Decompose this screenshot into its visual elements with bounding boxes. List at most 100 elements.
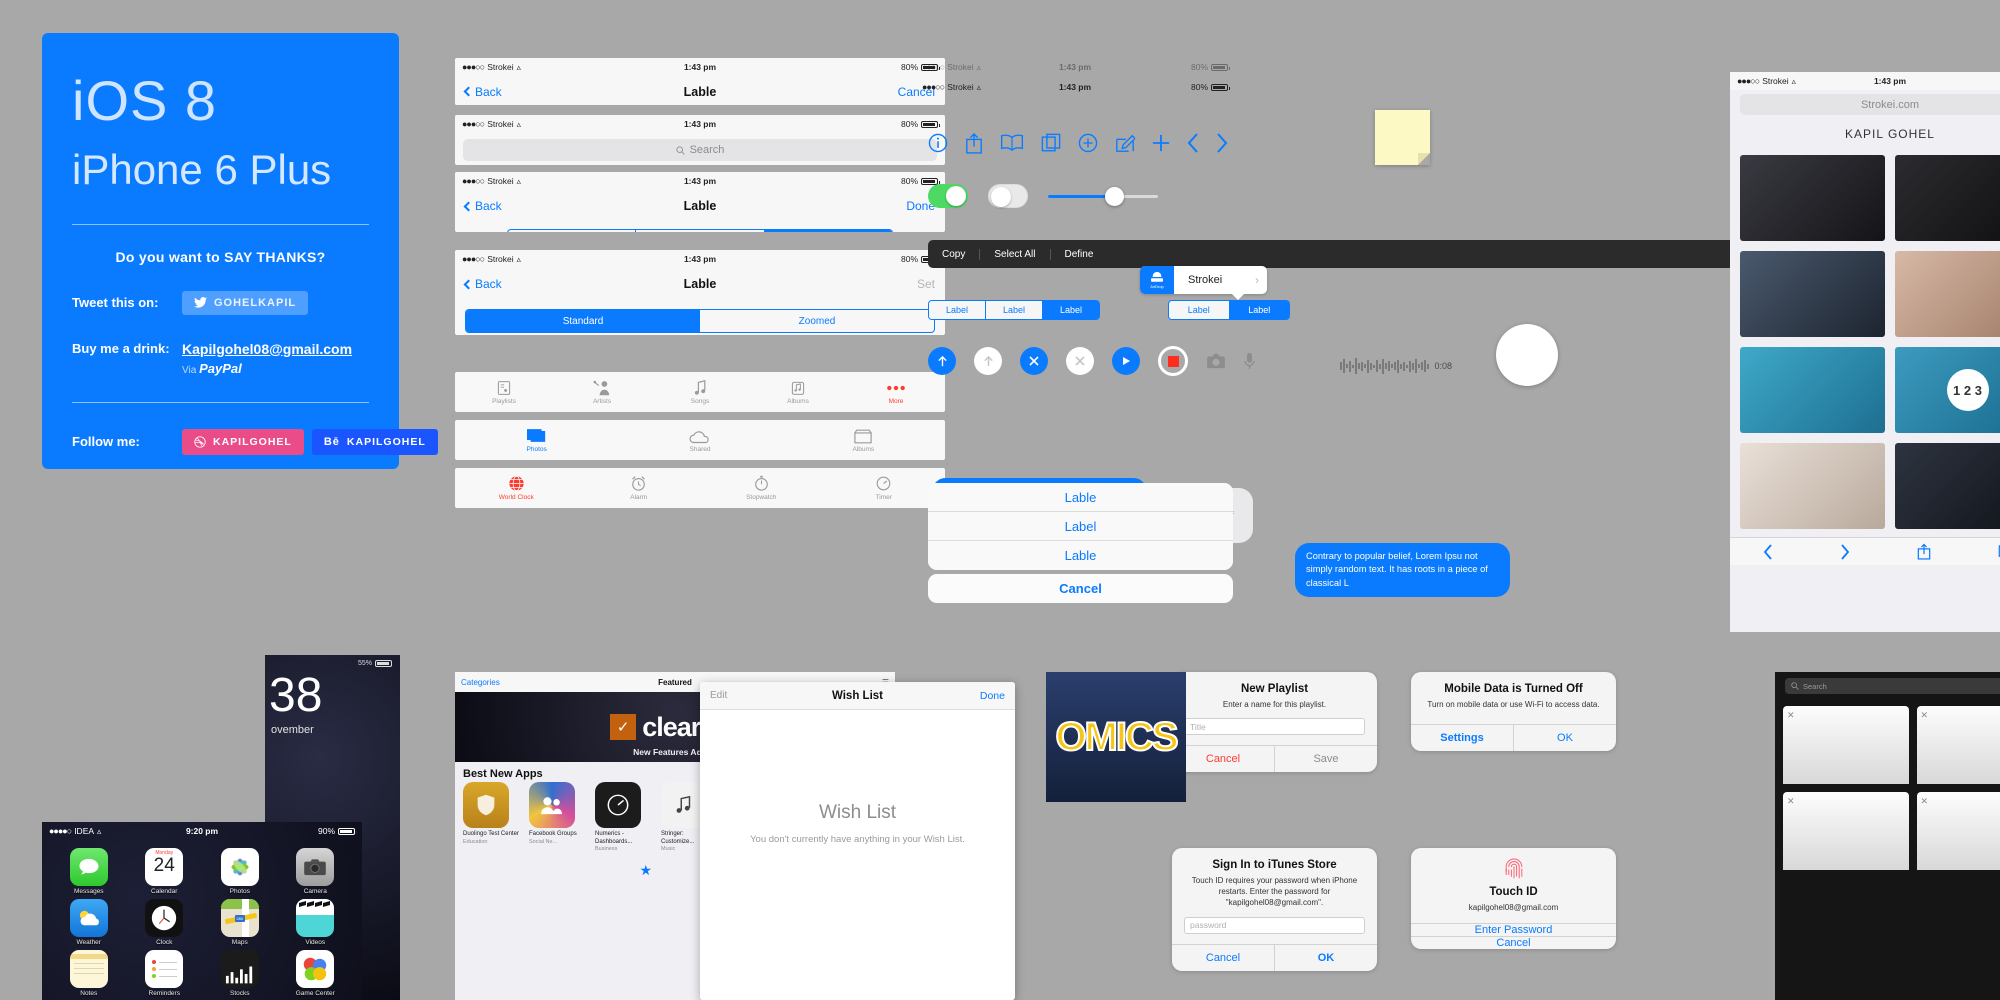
tabbar-music[interactable]: Playlists Artists Songs Albums More	[455, 372, 945, 412]
info-icon[interactable]	[928, 133, 948, 153]
app-maps[interactable]: 280 Maps	[205, 899, 275, 946]
app-clock[interactable]: Clock	[130, 899, 200, 946]
segment-0[interactable]: Label	[929, 301, 986, 319]
tabbar-clock[interactable]: World Clock Alarm Stopwatch Timer	[455, 468, 945, 508]
toggle-on[interactable]	[928, 184, 968, 208]
segment-0[interactable]: Label	[1169, 301, 1230, 319]
tab-card[interactable]: ✕	[1783, 792, 1909, 870]
app-grid[interactable]: Messages Monday 24 Calendar Photos Camer…	[42, 840, 362, 1000]
segment-2[interactable]: Label	[1043, 301, 1099, 319]
tab-albums[interactable]: Albums	[782, 427, 945, 453]
cancel-button[interactable]: Cancel	[1172, 944, 1275, 971]
tabbar-photos[interactable]: Photos Shared Albums	[455, 420, 945, 460]
segment-0[interactable]: Label	[508, 230, 637, 232]
sheet-item-0[interactable]: Lable	[928, 483, 1233, 512]
password-input[interactable]: password	[1184, 916, 1365, 934]
action-sheet[interactable]: Lable Label Lable Cancel	[928, 483, 1233, 603]
thumbnail[interactable]	[1895, 251, 2000, 337]
thumbnail[interactable]	[1740, 251, 1885, 337]
segmented-control-three[interactable]: Label Label Label	[507, 229, 893, 232]
app-camera[interactable]: Camera	[281, 848, 351, 895]
audio-scrubber[interactable]: 0:08	[1340, 358, 1452, 374]
cancel-button[interactable]: Cancel	[1172, 746, 1275, 773]
tab-alarm[interactable]: Alarm	[578, 475, 701, 501]
tab-card[interactable]: ✕	[1783, 706, 1909, 784]
airdrop-popover[interactable]: AirDrop Strokei ›	[1140, 266, 1267, 300]
cancel-button[interactable]: Cancel	[1411, 937, 1616, 949]
tab-songs[interactable]: Songs	[651, 379, 749, 405]
close-filled-icon[interactable]	[1020, 347, 1048, 375]
chevron-right-icon[interactable]	[1840, 543, 1850, 560]
close-icon[interactable]: ✕	[1921, 796, 1929, 807]
arrow-up-filled-icon[interactable]	[928, 347, 956, 375]
add-circle-icon[interactable]	[1078, 133, 1098, 153]
segment-standard[interactable]: Standard	[466, 310, 700, 332]
thumbnail[interactable]	[1895, 155, 2000, 241]
ok-button[interactable]: OK	[1514, 725, 1616, 751]
mic-icon[interactable]	[1244, 352, 1255, 370]
app-stocks[interactable]: Stocks	[205, 950, 275, 997]
dribbble-button[interactable]: KAPILGOHEL	[182, 428, 304, 455]
alert-touch-id[interactable]: Touch ID kapilgohel08@gmail.com Enter Pa…	[1411, 848, 1616, 950]
segment-1[interactable]: Label	[636, 230, 765, 232]
app-messages[interactable]: Messages	[54, 848, 124, 895]
alert-new-playlist[interactable]: New Playlist Enter a name for this playl…	[1172, 672, 1377, 773]
tab-playlists[interactable]: Playlists	[455, 379, 553, 405]
url-bar[interactable]: Strokei.com	[1740, 94, 2000, 115]
thumbnail[interactable]	[1740, 347, 1885, 433]
thumbnail[interactable]	[1740, 443, 1885, 529]
app-calendar[interactable]: Monday 24 Calendar	[130, 848, 200, 895]
app-game-center[interactable]: Game Center	[281, 950, 351, 997]
segmented-bar-b[interactable]: Label Label	[1168, 300, 1290, 320]
camera-icon[interactable]	[1206, 353, 1226, 369]
set-button[interactable]: Set	[778, 277, 935, 291]
safari-tabs-mockup[interactable]: Search ✕ ✕ ✕ ✕	[1775, 672, 2000, 1000]
cancel-button[interactable]: Cancel	[778, 85, 935, 99]
behance-button[interactable]: Bē KAPILGOHEL	[311, 428, 438, 455]
twitter-button[interactable]: GOHELKAPIL	[182, 290, 309, 315]
segment-1[interactable]: Label	[986, 301, 1043, 319]
segment-zoomed[interactable]: Zoomed	[700, 310, 934, 332]
app-notes[interactable]: Notes	[54, 950, 124, 997]
compose-icon[interactable]	[1115, 133, 1135, 153]
segmented-bar-a[interactable]: Label Label Label	[928, 300, 1100, 320]
app-tile[interactable]: Numerics - Dashboards... Business	[595, 782, 651, 852]
segment-1[interactable]: Label	[1229, 301, 1289, 319]
thumbnail[interactable]: 1 2 3	[1895, 347, 2000, 433]
safari-mockup[interactable]: ●●●○○Strokei▵ 1:43 pm 80% Strokei.com KA…	[1730, 72, 2000, 632]
action-buttons-row[interactable]	[928, 346, 1255, 376]
back-button[interactable]: Back	[463, 199, 622, 213]
homescreen-mockup[interactable]: ●●●●○ IDEA ▵ 9:20 pm 90% Messages Monday 2…	[42, 822, 362, 1000]
share-icon[interactable]	[1917, 543, 1931, 560]
close-icon[interactable]: ✕	[1787, 710, 1795, 721]
save-button[interactable]: Save	[1275, 746, 1377, 772]
close-outline-icon[interactable]	[1066, 347, 1094, 375]
app-tile[interactable]: Duolingo Test Center Education	[463, 782, 519, 852]
sheet-cancel-button[interactable]: Cancel	[928, 574, 1233, 603]
toggle-off[interactable]	[988, 184, 1028, 208]
tab-artists[interactable]: Artists	[553, 379, 651, 405]
tab-albums[interactable]: Albums	[749, 379, 847, 405]
thumbnail[interactable]	[1740, 155, 1885, 241]
app-weather[interactable]: Weather	[54, 899, 124, 946]
chevron-right-icon[interactable]	[1216, 133, 1228, 153]
done-button[interactable]: Done	[907, 690, 1005, 702]
app-videos[interactable]: Videos	[281, 899, 351, 946]
tab-world-clock[interactable]: World Clock	[455, 475, 578, 501]
wishlist-modal[interactable]: Edit Wish List Done Wish List You don't …	[700, 682, 1015, 1000]
back-button[interactable]: Back	[463, 277, 622, 291]
close-icon[interactable]: ✕	[1921, 710, 1929, 721]
plus-icon[interactable]	[1152, 134, 1170, 152]
settings-button[interactable]: Settings	[1411, 725, 1514, 752]
featured-star-icon[interactable]: ★	[639, 862, 652, 879]
tab-more[interactable]: More	[847, 379, 945, 405]
book-icon[interactable]	[1000, 134, 1024, 152]
segment-2[interactable]: Label	[764, 230, 892, 232]
app-photos[interactable]: Photos	[205, 848, 275, 895]
menu-select-all[interactable]: Select All	[980, 248, 1051, 260]
thumbnail[interactable]	[1895, 443, 2000, 529]
alert-itunes-signin[interactable]: Sign In to iTunes Store Touch ID require…	[1172, 848, 1377, 971]
audio-knob[interactable]	[1496, 324, 1558, 386]
back-button[interactable]: Back	[463, 85, 622, 99]
pages-icon[interactable]	[1041, 133, 1061, 153]
